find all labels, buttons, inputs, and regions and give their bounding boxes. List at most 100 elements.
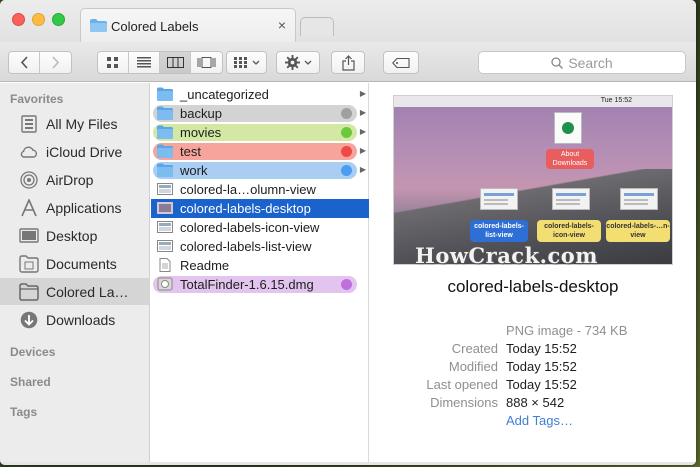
text-document-icon xyxy=(159,258,171,272)
thumbnail-window-icon xyxy=(552,188,590,210)
info-key: Last opened xyxy=(426,377,498,392)
chevron-right-icon xyxy=(52,56,60,69)
list-item[interactable]: movies ▶ xyxy=(151,123,369,142)
arrange-button[interactable] xyxy=(226,51,267,74)
folder-icon xyxy=(19,282,39,301)
tab-close-icon[interactable]: × xyxy=(278,17,286,33)
sidebar-item-airdrop[interactable]: AirDrop xyxy=(0,166,150,193)
forward-button[interactable] xyxy=(40,52,71,73)
chevron-left-icon xyxy=(20,56,28,69)
list-item[interactable]: test ▶ xyxy=(151,142,369,161)
nav-buttons xyxy=(8,51,72,74)
sidebar-item-all-my-files[interactable]: All My Files xyxy=(0,110,150,137)
thumbnail-menubar: Tue 15:52 xyxy=(394,96,672,107)
minimize-window-button[interactable] xyxy=(32,13,45,26)
tag-dot-gray xyxy=(341,108,352,119)
thumbnail-clock: Tue 15:52 xyxy=(600,97,632,104)
sidebar-item-downloads[interactable]: Downloads xyxy=(0,306,150,333)
tab-title: Colored Labels xyxy=(111,19,199,34)
preview-thumbnail: Tue 15:52 About Downloads colored-labels… xyxy=(393,95,673,265)
sidebar-section-devices[interactable]: Devices xyxy=(10,345,55,359)
disclosure-arrow-icon: ▶ xyxy=(359,165,366,174)
chevron-down-icon xyxy=(304,60,311,65)
thumbnail-label-list-view: colored-labels-list-view xyxy=(470,220,528,242)
add-tags-link[interactable]: Add Tags… xyxy=(506,413,573,428)
folder-icon xyxy=(157,163,173,177)
file-name: backup xyxy=(180,106,222,121)
file-name: colored-labels-desktop xyxy=(180,201,311,216)
cover-flow-icon xyxy=(197,57,216,68)
folder-icon xyxy=(157,106,173,120)
list-item[interactable]: backup ▶ xyxy=(151,104,369,123)
disclosure-arrow-icon: ▶ xyxy=(359,127,366,136)
new-tab-button[interactable] xyxy=(300,17,334,36)
sidebar-item-documents[interactable]: Documents xyxy=(0,250,150,277)
title-bar: Colored Labels × xyxy=(0,0,696,42)
disclosure-arrow-icon: ▶ xyxy=(359,146,366,155)
info-key: Dimensions xyxy=(430,395,498,410)
thumbnail-about-label: About Downloads xyxy=(546,149,594,169)
search-field[interactable]: Search xyxy=(478,51,686,74)
list-item[interactable]: TotalFinder-1.6.15.dmg xyxy=(151,275,369,294)
sidebar-item-label: iCloud Drive xyxy=(46,143,123,160)
tag-icon xyxy=(392,57,410,68)
close-window-button[interactable] xyxy=(12,13,25,26)
desktop-icon xyxy=(19,227,39,243)
sidebar-item-colored-labels[interactable]: Colored La… xyxy=(0,278,150,305)
search-placeholder: Search xyxy=(568,54,613,71)
file-name: work xyxy=(180,163,208,178)
all-files-icon xyxy=(21,114,37,133)
column-view-button[interactable] xyxy=(160,52,191,73)
preview-title: colored-labels-desktop xyxy=(447,277,619,296)
tag-dot-red xyxy=(341,146,352,157)
cover-flow-button[interactable] xyxy=(191,52,222,73)
sidebar-item-icloud-drive[interactable]: iCloud Drive xyxy=(0,138,150,165)
arrange-icon xyxy=(233,57,247,68)
folder-icon xyxy=(90,19,107,32)
back-button[interactable] xyxy=(9,52,40,73)
share-button[interactable] xyxy=(331,51,365,74)
disclosure-arrow-icon: ▶ xyxy=(359,108,366,117)
image-file-icon xyxy=(157,240,173,252)
list-item[interactable]: Readme xyxy=(151,256,369,275)
airdrop-icon xyxy=(20,170,38,189)
tags-button[interactable] xyxy=(383,51,419,74)
image-file-icon xyxy=(157,183,173,195)
watermark-text: HowCrack.com xyxy=(415,243,598,268)
list-item[interactable]: colored-labels-icon-view xyxy=(151,218,369,237)
action-button[interactable] xyxy=(276,51,320,74)
file-column: _uncategorized ▶ backup ▶ movies ▶ test … xyxy=(151,83,369,465)
sidebar-item-desktop[interactable]: Desktop xyxy=(0,222,150,249)
sidebar-section-shared[interactable]: Shared xyxy=(10,375,51,389)
sidebar: Favorites All My Files iCloud Drive AirD… xyxy=(0,83,150,465)
list-item[interactable]: _uncategorized ▶ xyxy=(151,85,369,104)
horizontal-scrollbar[interactable] xyxy=(0,462,696,465)
tab-colored-labels[interactable]: Colored Labels × xyxy=(80,8,296,42)
cloud-icon xyxy=(20,146,38,158)
list-item[interactable]: work ▶ xyxy=(151,161,369,180)
icon-view-button[interactable] xyxy=(98,52,129,73)
sidebar-item-applications[interactable]: Applications xyxy=(0,194,150,221)
disk-image-icon xyxy=(157,277,173,291)
info-key: Modified xyxy=(448,359,498,374)
list-item[interactable]: colored-la…olumn-view xyxy=(151,180,369,199)
documents-icon xyxy=(19,254,39,273)
tag-dot-blue xyxy=(341,165,352,176)
sidebar-section-tags[interactable]: Tags xyxy=(10,405,37,419)
file-name: TotalFinder-1.6.15.dmg xyxy=(180,277,314,292)
list-view-button[interactable] xyxy=(129,52,160,73)
thumbnail-document-icon xyxy=(554,112,582,144)
gear-icon xyxy=(284,55,300,70)
list-item-selected[interactable]: colored-labels-desktop xyxy=(151,199,369,218)
preview-pane: Tue 15:52 About Downloads colored-labels… xyxy=(370,83,696,465)
sidebar-item-label: Colored La… xyxy=(46,283,129,300)
info-value: Today 15:52 xyxy=(506,359,577,374)
info-value: Today 15:52 xyxy=(506,341,577,356)
list-item[interactable]: colored-labels-list-view xyxy=(151,237,369,256)
thumbnail-label-column-view: colored-labels-…n-view xyxy=(606,220,670,242)
search-icon xyxy=(551,56,564,69)
thumbnail-window-icon xyxy=(480,188,518,210)
applications-icon xyxy=(21,198,37,216)
file-name: _uncategorized xyxy=(180,87,269,102)
zoom-window-button[interactable] xyxy=(52,13,65,26)
